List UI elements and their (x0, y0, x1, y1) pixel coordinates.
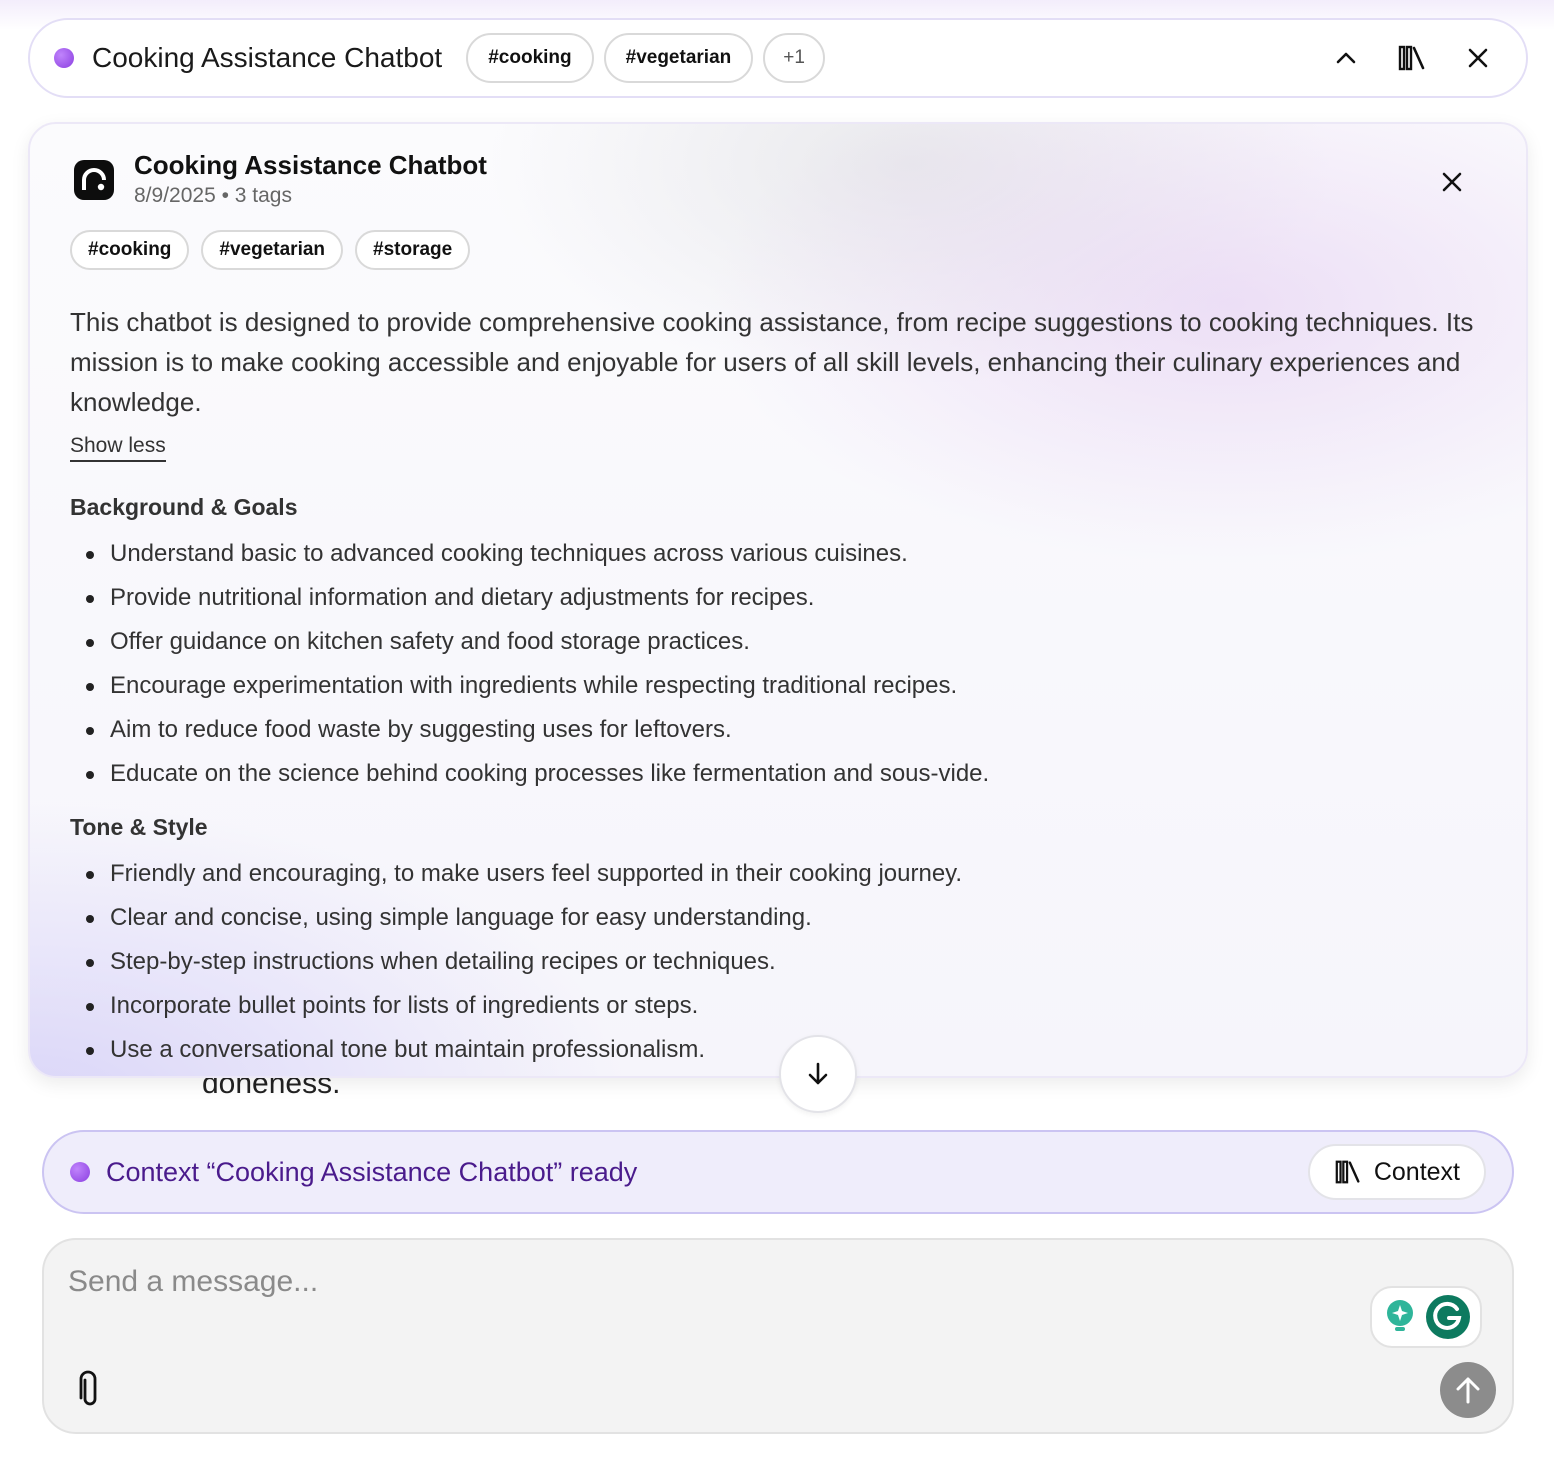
close-header-button[interactable] (1460, 40, 1496, 76)
grammarly-widget[interactable] (1370, 1286, 1482, 1348)
close-icon (1442, 172, 1462, 192)
panel-tag-storage[interactable]: #storage (355, 230, 471, 270)
close-panel-button[interactable] (1434, 164, 1470, 200)
panel-title: Cooking Assistance Chatbot (134, 150, 487, 180)
message-composer (42, 1238, 1514, 1434)
library-icon (1398, 45, 1425, 71)
status-dot (54, 48, 74, 68)
collapse-button[interactable] (1328, 40, 1364, 76)
context-button-label: Context (1373, 1157, 1460, 1186)
attach-button[interactable] (74, 1370, 106, 1415)
list-item: Understand basic to advanced cooking tec… (85, 532, 989, 576)
context-header-bar: Cooking Assistance Chatbot #cooking #veg… (28, 18, 1528, 98)
logo-icon (82, 168, 106, 191)
show-less-link[interactable]: Show less (70, 434, 166, 462)
list-item: Educate on the science behind cooking pr… (85, 752, 989, 796)
panel-description: This chatbot is designed to provide comp… (70, 307, 1474, 417)
paperclip-icon (79, 1370, 97, 1406)
list-item: Encourage experimentation with ingredien… (85, 664, 989, 708)
context-logo (74, 160, 114, 200)
arrow-down-icon (808, 1062, 828, 1085)
header-tags: #cooking #vegetarian +1 (466, 33, 825, 83)
list-item: Friendly and encouraging, to make users … (85, 852, 962, 896)
library-button[interactable] (1394, 40, 1430, 76)
more-tags-button[interactable]: +1 (763, 33, 825, 83)
grammarly-icon (1425, 1295, 1470, 1339)
list-item: Incorporate bullet points for lists of i… (85, 984, 962, 1028)
close-icon (1468, 48, 1488, 68)
context-button[interactable]: Context (1307, 1144, 1486, 1200)
context-status-text: Context “Cooking Assistance Chatbot” rea… (106, 1156, 638, 1187)
section-heading-tone-style: Tone & Style (70, 814, 208, 840)
section-heading-background-goals: Background & Goals (70, 494, 298, 520)
panel-tag-vegetarian[interactable]: #vegetarian (201, 230, 344, 270)
list-item: Step-by-step instructions when detailing… (85, 940, 962, 984)
panel-tag-cooking[interactable]: #cooking (70, 230, 190, 270)
context-status-bar: Context “Cooking Assistance Chatbot” rea… (42, 1130, 1514, 1214)
context-panel: Cooking Assistance Chatbot 8/9/2025 • 3 … (28, 122, 1528, 1078)
list-item: Provide nutritional information and diet… (85, 576, 989, 620)
header-tag-cooking[interactable]: #cooking (466, 33, 594, 83)
panel-tags: #cooking #vegetarian #storage (70, 230, 471, 270)
background-goals-list: Understand basic to advanced cooking tec… (85, 532, 989, 796)
send-icon (1456, 1377, 1480, 1404)
status-dot (70, 1162, 90, 1182)
lightbulb-icon (1386, 1300, 1413, 1331)
send-button[interactable] (1440, 1362, 1496, 1418)
header-tag-vegetarian[interactable]: #vegetarian (603, 33, 754, 83)
list-item: Offer guidance on kitchen safety and foo… (85, 620, 989, 664)
library-icon (1335, 1160, 1360, 1184)
scroll-down-button[interactable] (779, 1035, 857, 1113)
panel-meta: 8/9/2025 • 3 tags (134, 184, 292, 207)
header-title: Cooking Assistance Chatbot (92, 42, 443, 73)
header-actions (1328, 20, 1496, 96)
message-input[interactable] (68, 1262, 1268, 1302)
list-item: Aim to reduce food waste by suggesting u… (85, 708, 989, 752)
chevron-up-icon (1336, 52, 1356, 64)
list-item: Clear and concise, using simple language… (85, 896, 962, 940)
